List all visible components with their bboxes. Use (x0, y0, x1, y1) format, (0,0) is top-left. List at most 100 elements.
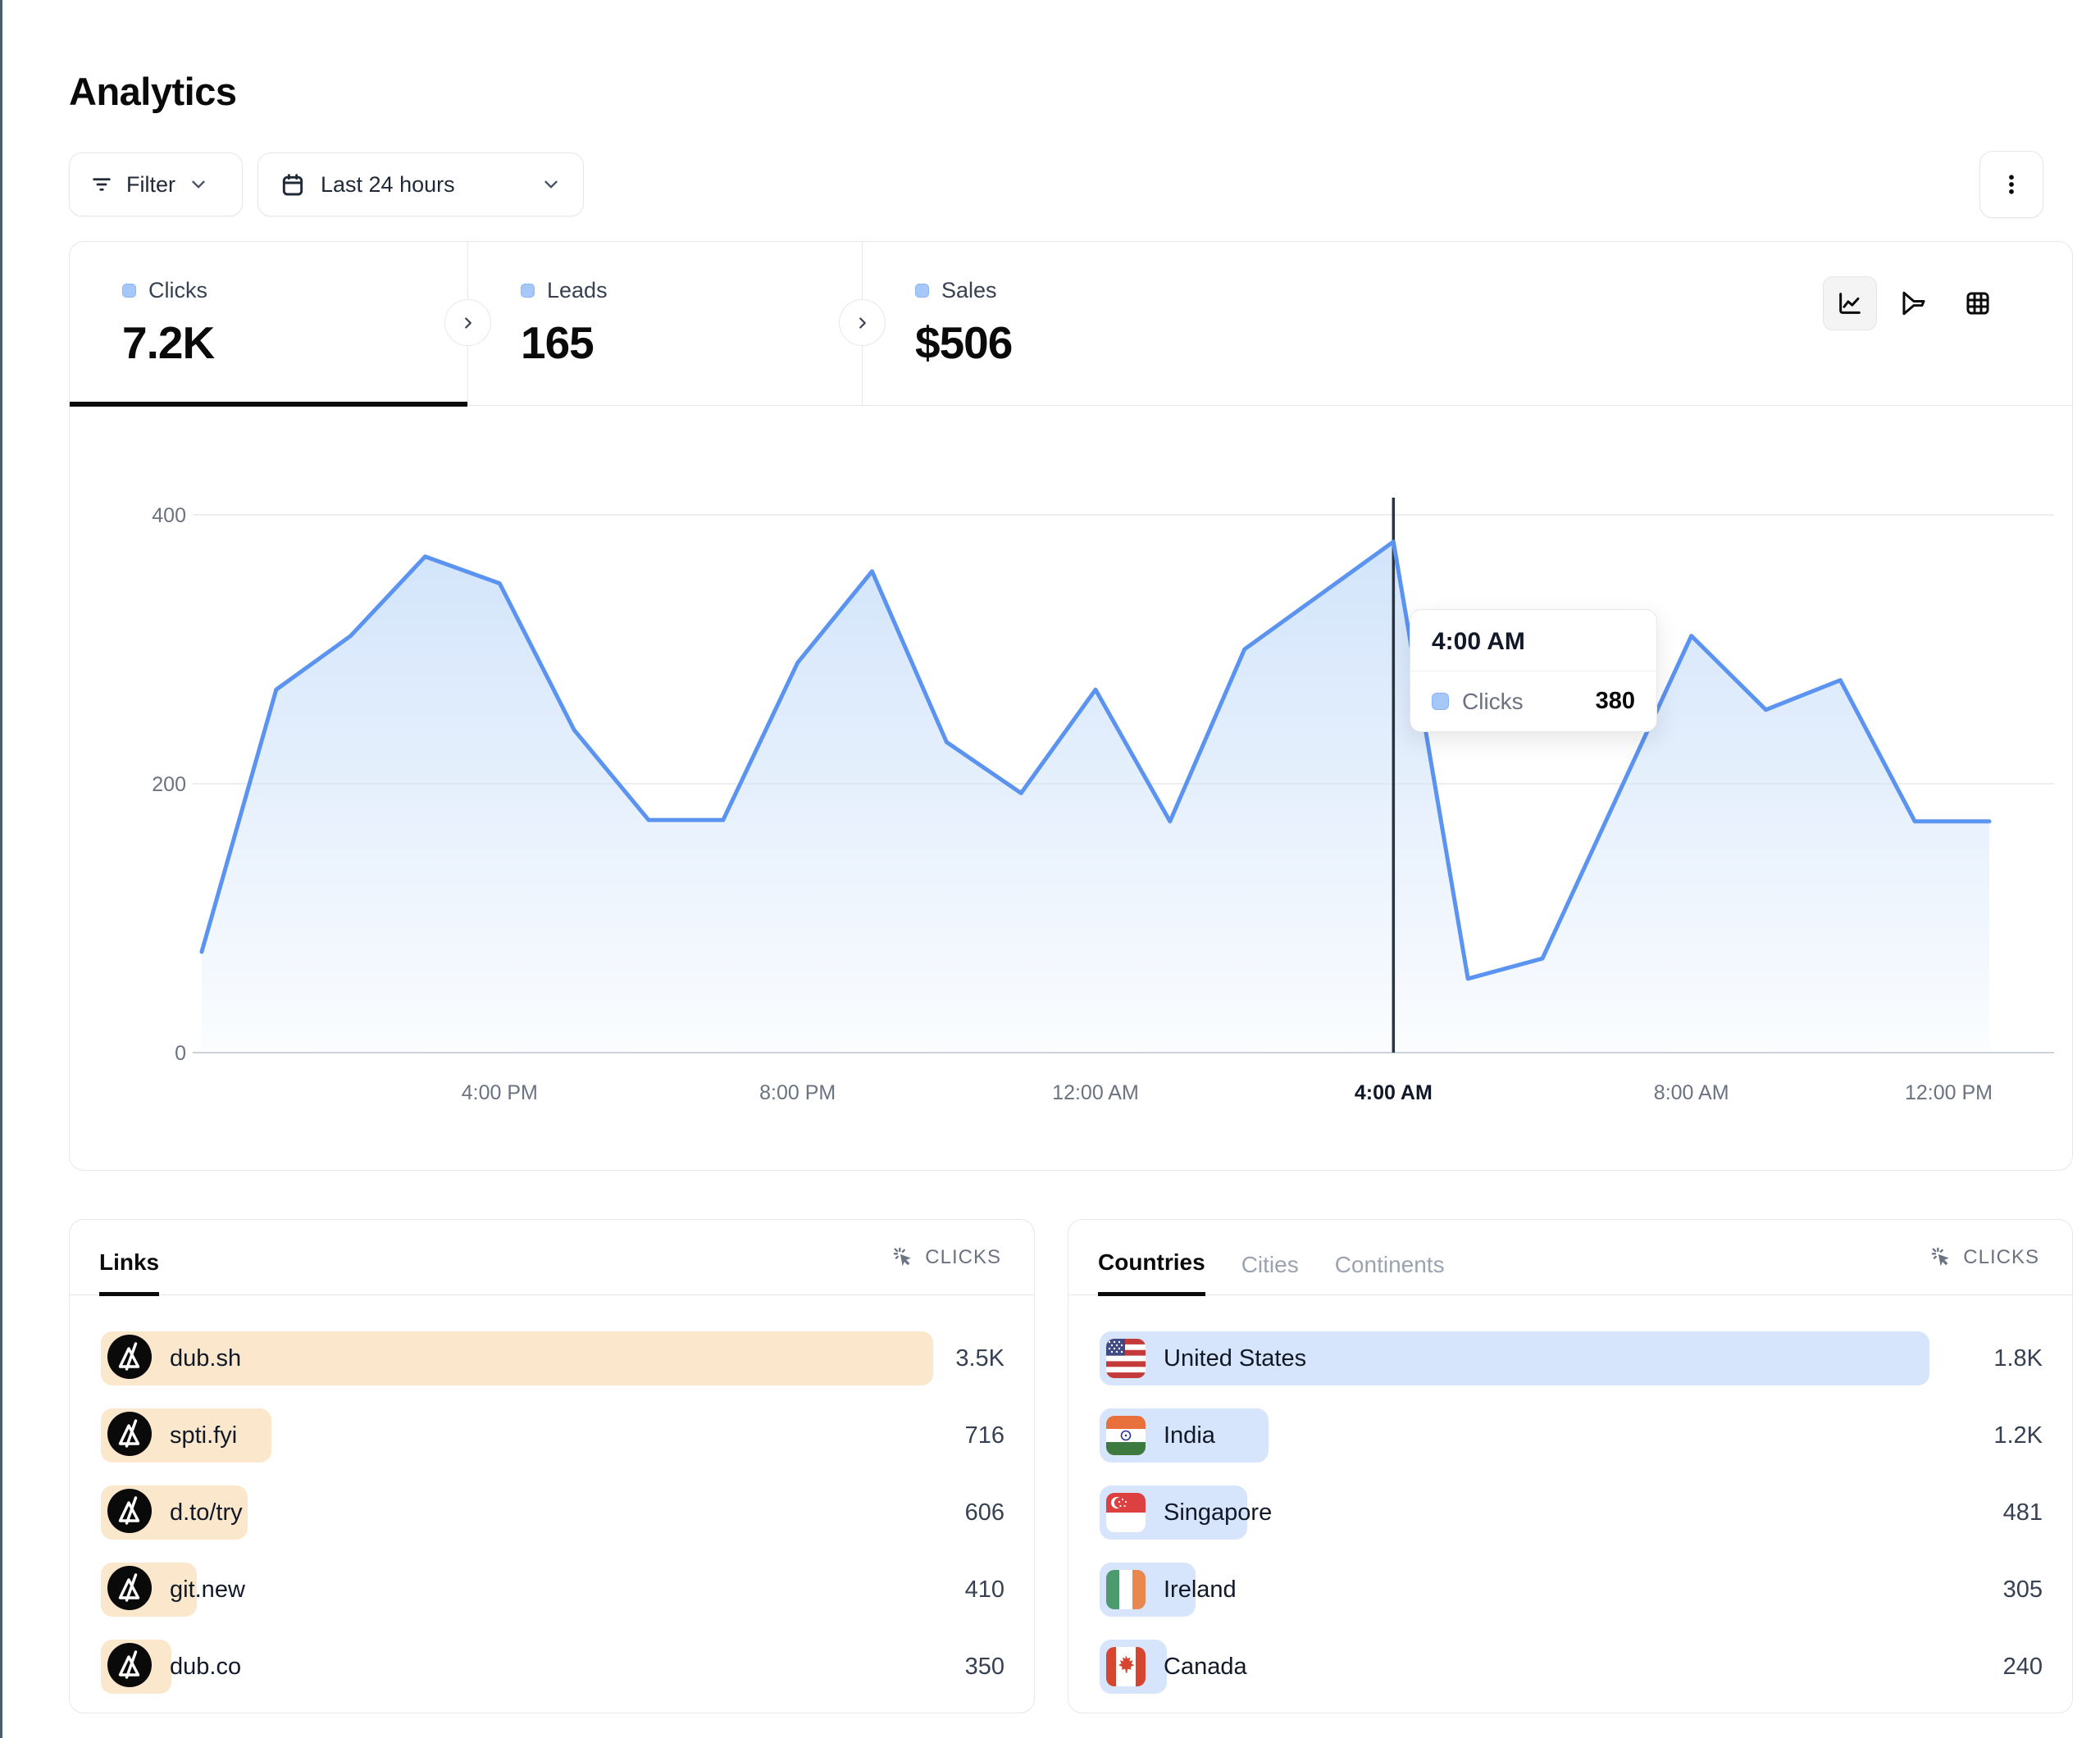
more-options-button[interactable] (1979, 151, 2043, 218)
y-axis-tick-label: 400 (152, 504, 186, 527)
date-range-label: Last 24 hours (321, 172, 455, 198)
row-label: Canada (1164, 1654, 1247, 1681)
row-value: 1.2K (1993, 1408, 2043, 1463)
metric-value: 165 (521, 316, 862, 369)
row-content: Canada (1106, 1640, 1247, 1694)
row-label: Ireland (1164, 1576, 1237, 1604)
dub-logo-icon (107, 1335, 152, 1383)
row-label: dub.sh (170, 1345, 241, 1372)
row-content: India (1106, 1408, 1215, 1463)
list-item-d-to-try[interactable]: d.to/try606 (101, 1485, 1004, 1540)
list-item-dub-sh[interactable]: dub.sh 3.5K (101, 1331, 1004, 1385)
x-axis-tick-label: 4:00 PM (462, 1081, 538, 1104)
metric-legend-swatch (122, 284, 136, 298)
tab-links[interactable]: Links (99, 1249, 159, 1296)
row-value: 410 (965, 1563, 1004, 1617)
metric-tabs-row: Clicks7.2KLeads165Sales$506 (70, 242, 2072, 406)
list-item-git-new[interactable]: git.new 410 (101, 1563, 1004, 1617)
cursor-click-icon (892, 1246, 915, 1269)
x-axis-tick-label: 8:00 AM (1654, 1081, 1729, 1104)
tab-continents[interactable]: Continents (1335, 1252, 1445, 1294)
x-axis-tick-label: 12:00 PM (1905, 1081, 1993, 1104)
tooltip-series-label: Clicks (1462, 689, 1524, 715)
tooltip-series-value: 380 (1596, 688, 1635, 715)
kebab-menu-icon (1999, 172, 2024, 197)
chevron-right-icon (854, 314, 872, 332)
tab-countries[interactable]: Countries (1098, 1249, 1205, 1296)
list-item-dub-co[interactable]: dub.co 350 (101, 1640, 1004, 1694)
page-edge-strip (0, 0, 2, 1738)
clicks-area-chart[interactable]: 0 200 400 4:00 PM 8:00 PM 12:00 AM 4:00 AM 8:00… (70, 406, 2074, 1172)
x-axis-tick-label: 4:00 AM (1355, 1081, 1433, 1104)
row-value: 716 (965, 1408, 1004, 1463)
analytics-page: Analytics Filter Last 24 hours Clicks 7.2… (0, 0, 2100, 1738)
row-value: 305 (2003, 1563, 2043, 1617)
row-value: 481 (2003, 1485, 2043, 1540)
row-value: 3.5K (955, 1331, 1004, 1385)
list-item-spti-fyi[interactable]: spti.fyi 716 (101, 1408, 1004, 1463)
row-label: git.new (170, 1576, 245, 1604)
row-label: spti.fyi (170, 1422, 237, 1449)
list-item-india[interactable]: India 1.2K (1100, 1408, 2043, 1463)
funnel-view-button[interactable] (1887, 276, 1941, 330)
dub-logo-icon (107, 1412, 152, 1460)
metric-legend-swatch (915, 284, 929, 298)
clicks-legend-swatch (1432, 693, 1449, 710)
list-item-united-states[interactable]: United States1.8K (1100, 1331, 2043, 1385)
chevron-right-icon (459, 314, 477, 332)
page-title: Analytics (69, 69, 236, 114)
countries-panel-header: Countries Cities Continents CLICKS (1068, 1220, 2072, 1295)
list-item-ireland[interactable]: Ireland 305 (1100, 1563, 2043, 1617)
line-chart-view-button[interactable] (1823, 276, 1877, 330)
metric-legend-swatch (521, 284, 535, 298)
filter-button[interactable]: Filter (69, 152, 243, 216)
grid-table-icon (1964, 289, 1992, 317)
us-flag-icon (1106, 1339, 1146, 1378)
chart-tooltip: 4:00 AM Clicks 380 (1410, 609, 1657, 732)
row-content: git.new (107, 1563, 245, 1617)
ie-flag-icon (1106, 1570, 1146, 1609)
ca-flag-icon (1106, 1647, 1146, 1686)
clicks-column-header[interactable]: CLICKS (1930, 1246, 2039, 1269)
analytics-card: Clicks7.2KLeads165Sales$506 (69, 241, 2073, 1171)
countries-panel: Countries Cities Continents CLICKS Unite… (1068, 1219, 2073, 1713)
chart-area-fill (202, 542, 1989, 1053)
list-item-canada[interactable]: Canada 240 (1100, 1640, 2043, 1694)
x-axis-tick-label: 8:00 PM (759, 1081, 836, 1104)
y-axis-tick-label: 0 (175, 1042, 186, 1065)
row-content: dub.co (107, 1640, 241, 1694)
expand-clicks-metric-button[interactable] (444, 299, 491, 346)
tooltip-time: 4:00 AM (1410, 610, 1656, 671)
clicks-column-header[interactable]: CLICKS (892, 1246, 1001, 1269)
cursor-click-icon (1930, 1246, 1953, 1269)
metric-value: 7.2K (122, 316, 467, 369)
chart-view-switcher (1823, 276, 2005, 330)
row-value: 240 (2003, 1640, 2043, 1694)
row-content: d.to/try (107, 1485, 243, 1540)
metric-label: Clicks (148, 278, 207, 303)
clicks-column-label: CLICKS (925, 1246, 1001, 1269)
expand-leads-metric-button[interactable] (839, 299, 886, 346)
x-axis-tick-label: 12:00 AM (1052, 1081, 1139, 1104)
line-chart-icon (1836, 289, 1864, 317)
countries-list: United States1.8K India 1.2K Singapore 481 Ir… (1100, 1331, 2043, 1694)
list-item-singapore[interactable]: Singapore 481 (1100, 1485, 2043, 1540)
metric-tab-leads[interactable]: Leads165 (467, 242, 862, 405)
metric-label: Sales (941, 278, 997, 303)
dub-logo-icon (107, 1643, 152, 1691)
date-range-button[interactable]: Last 24 hours (257, 152, 584, 216)
filter-lines-icon (89, 172, 114, 197)
row-label: United States (1164, 1345, 1306, 1372)
table-view-button[interactable] (1951, 276, 2005, 330)
row-content: United States (1106, 1331, 1306, 1385)
chevron-down-icon (188, 174, 209, 195)
row-label: Singapore (1164, 1499, 1272, 1526)
sg-flag-icon (1106, 1493, 1146, 1532)
calendar-icon (280, 171, 306, 198)
row-label: dub.co (170, 1654, 241, 1681)
tab-cities[interactable]: Cities (1241, 1252, 1299, 1294)
metric-tab-clicks[interactable]: Clicks 7.2K (70, 242, 467, 405)
row-value: 350 (965, 1640, 1004, 1694)
y-axis-tick-label: 200 (152, 773, 186, 796)
row-label: India (1164, 1422, 1215, 1449)
